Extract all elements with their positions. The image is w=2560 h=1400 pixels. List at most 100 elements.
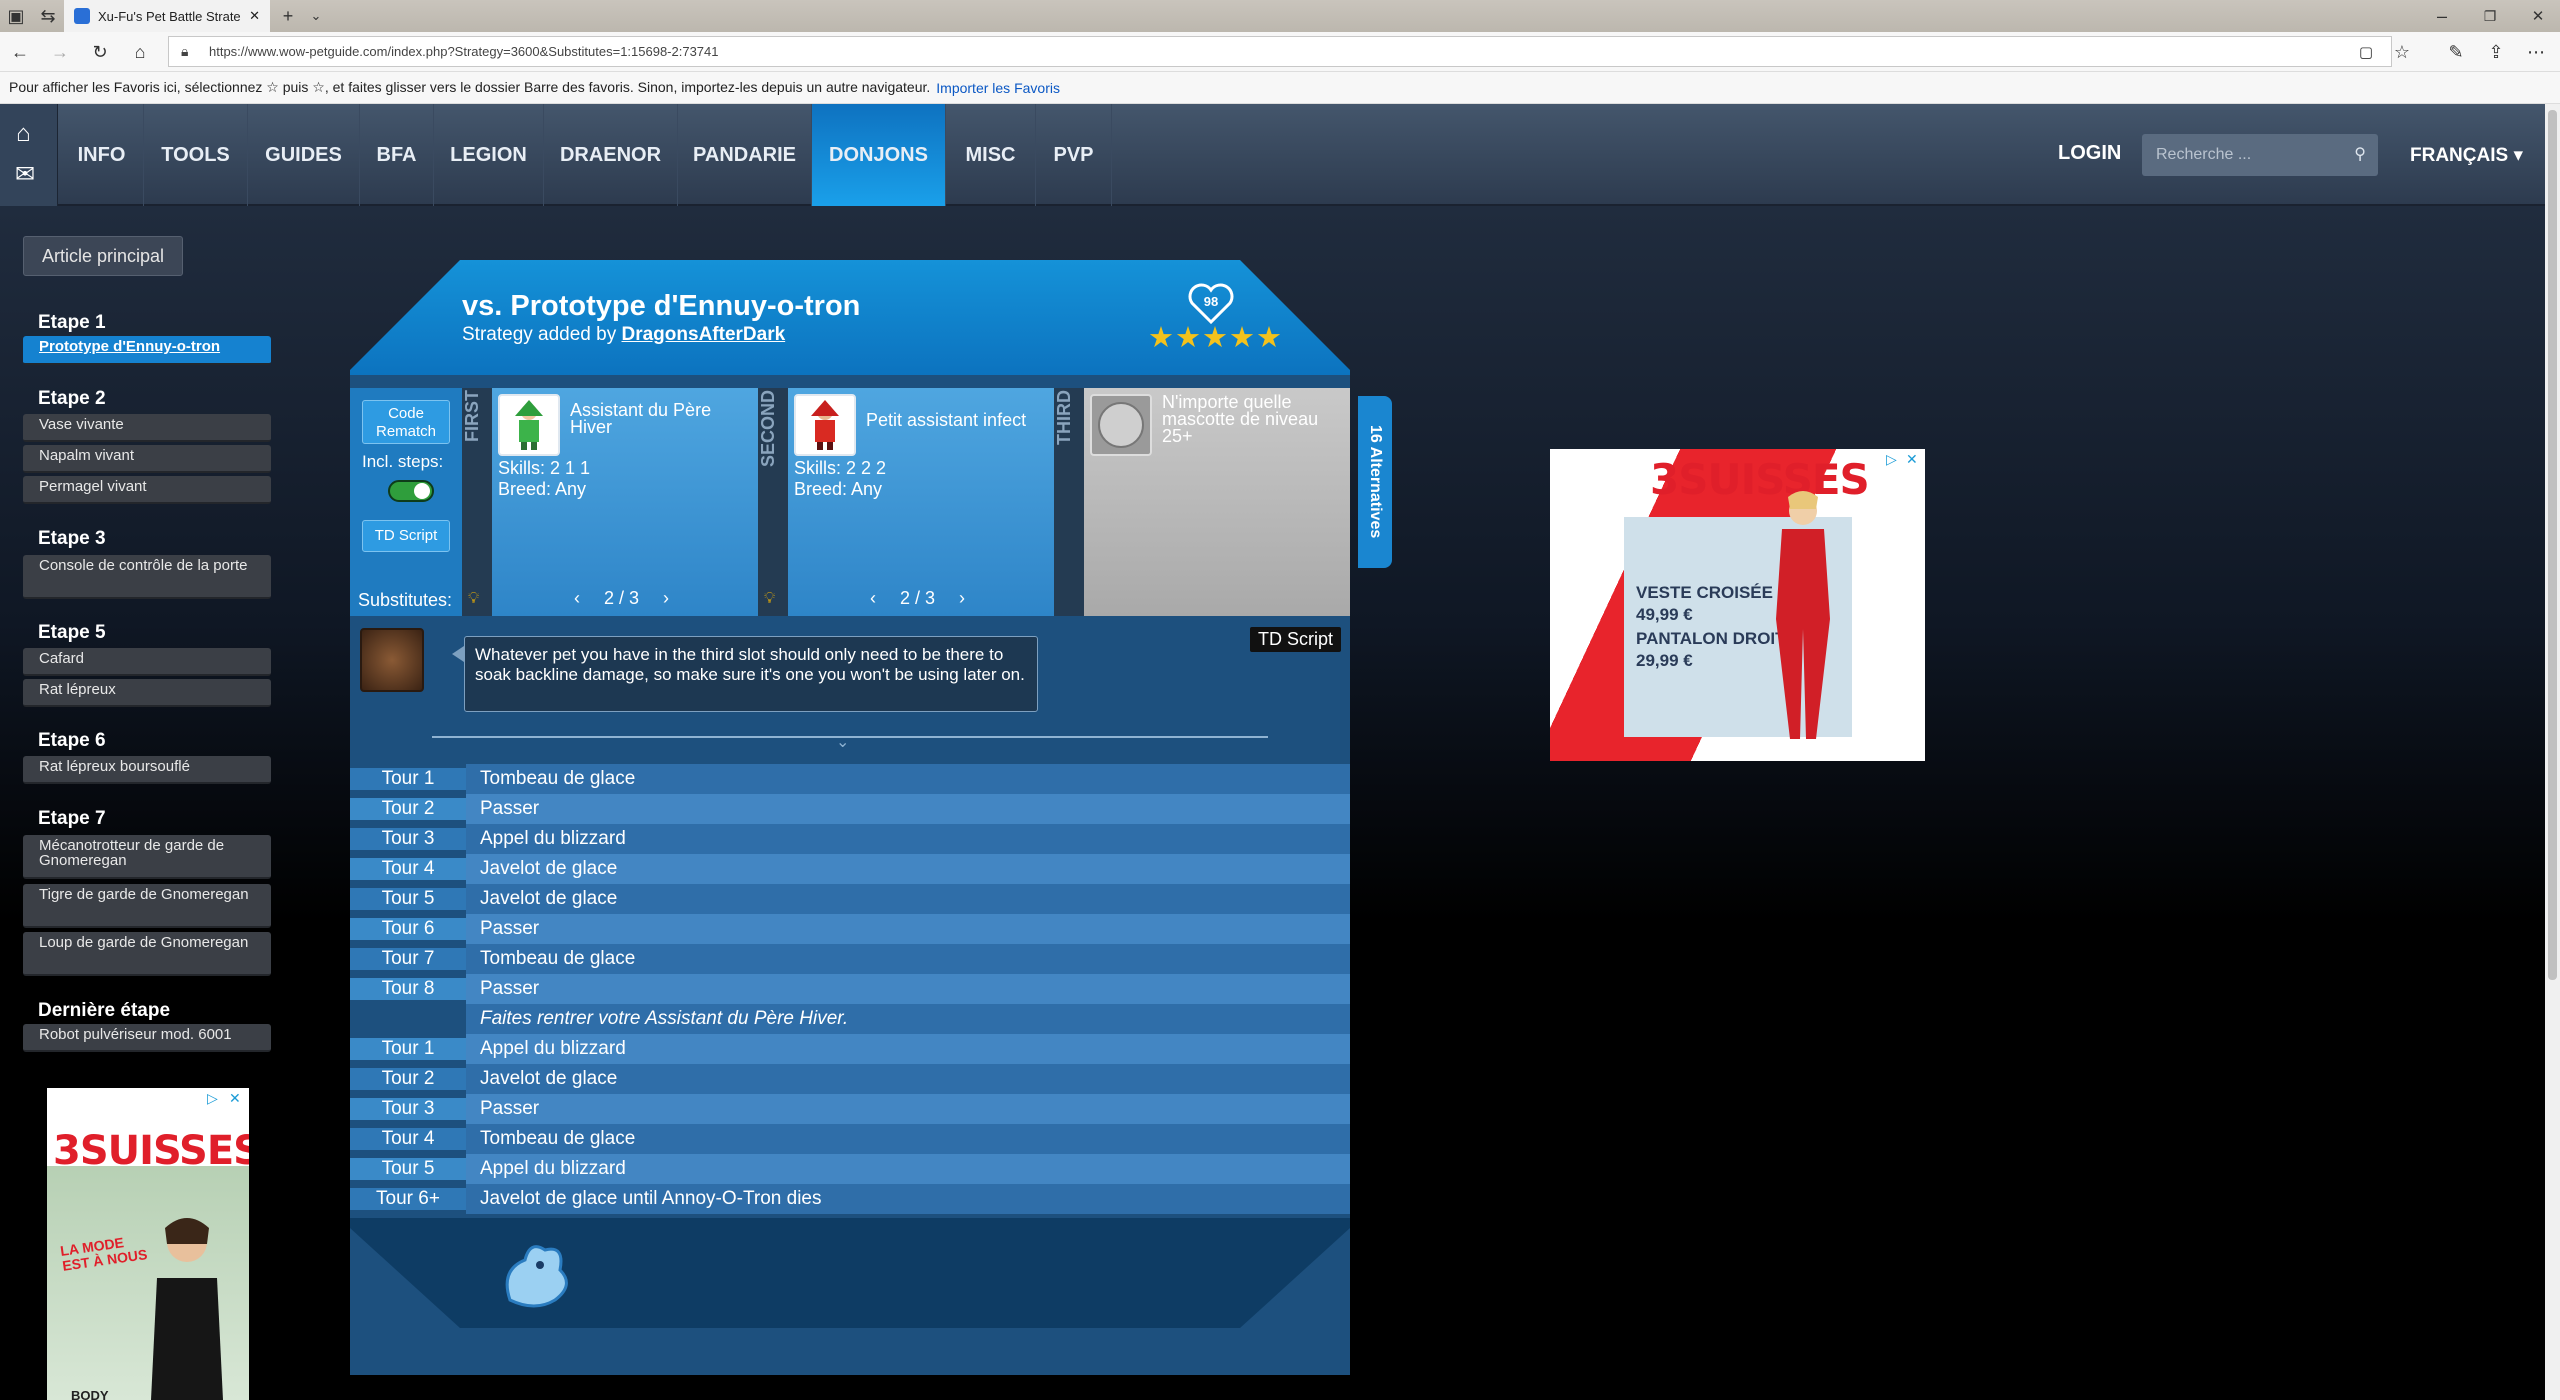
pet-card-second[interactable]: Petit assistant infect Skills: 2 2 2 Bre… [788,388,1054,616]
forward-icon[interactable]: → [44,36,76,68]
step-item[interactable]: Console de contrôle de la porte [23,555,271,599]
notes-icon[interactable]: ✎ [2440,36,2472,68]
restore-icon[interactable]: ❐ [2474,0,2506,32]
turn-number: Tour 1 [350,1038,466,1060]
ad-text: 29,99 € [1636,651,1693,670]
nav-info[interactable]: INFO [60,104,144,206]
import-favorites-link[interactable]: Importer les Favoris [936,80,1060,96]
close-tab-icon[interactable]: ✕ [249,8,260,24]
bubble-arrow [452,646,464,662]
turn-row: Tour 3 Passer [350,1094,1350,1124]
nav-guides[interactable]: GUIDES [248,104,360,206]
td-script-badge[interactable]: TD Script [1250,627,1342,652]
author-link[interactable]: DragonsAfterDark [622,324,786,345]
turn-action: Appel du blizzard [466,824,1350,854]
main-article-button[interactable]: Article principal [23,236,183,276]
share-icon[interactable]: ⇪ [2480,36,2512,68]
chevron-down-icon[interactable]: ⌄ [836,732,849,752]
ad-choices-icon[interactable]: ▷ [1886,451,1897,468]
language-select[interactable]: FRANÇAIS ▾ [2410,144,2523,167]
ad-close-icon[interactable]: ✕ [229,1090,241,1107]
chevron-right-icon[interactable]: › [663,588,669,609]
back-icon[interactable]: ← [4,36,36,68]
chevron-left-icon[interactable]: ‹ [870,588,876,609]
home-icon[interactable]: ⌂ [16,120,31,148]
home-icon[interactable]: ⌂ [124,36,156,68]
chevron-left-icon[interactable]: ‹ [574,588,580,609]
favorites-bar-text: Pour afficher les Favoris ici, sélection… [9,79,931,95]
step-item[interactable]: Mécanotrotteur de garde de Gnomeregan [23,835,271,879]
turn-row: Tour 5 Javelot de glace [350,884,1350,914]
step-item[interactable]: Vase vivante [23,414,271,442]
more-icon[interactable]: ⋯ [2520,36,2552,68]
minimize-icon[interactable]: – [2426,0,2458,32]
nav-pandarie[interactable]: PANDARIE [678,104,812,206]
pet-name[interactable]: Petit assistant infect [866,411,1048,429]
advertisement[interactable]: 3SUISSES VESTE CROISÉE 49,99 € PANTALON … [1550,449,1925,761]
favorite-star-icon[interactable]: ☆ [2386,36,2418,68]
turn-action: Passer [466,914,1350,944]
scrollbar-thumb[interactable] [2548,110,2557,980]
nav-bfa[interactable]: BFA [360,104,434,206]
ad-model-image [137,1208,237,1400]
pet-skills: Skills: 2 1 1 [498,458,591,478]
tab-actions-icon[interactable]: ▣ [0,0,32,32]
nav-legion[interactable]: LEGION [434,104,544,206]
turn-row: Tour 8 Passer [350,974,1350,1004]
slot-label-second: SECOND [758,388,788,616]
step-item[interactable]: Tigre de garde de Gnomeregan [23,884,271,928]
pet-name[interactable]: N'importe quelle mascotte de niveau 25+ [1162,393,1346,445]
step-item[interactable]: Prototype d'Ennuy-o-tron [23,336,271,365]
nav-draenor[interactable]: DRAENOR [544,104,678,206]
strategy-tip: Whatever pet you have in the third slot … [464,636,1038,712]
ad-text: BODY [71,1388,109,1400]
step-item[interactable]: Napalm vivant [23,445,271,473]
reading-view-icon[interactable]: ▢ [2350,36,2382,68]
pet-card-third[interactable]: N'importe quelle mascotte de niveau 25+ [1084,388,1350,616]
step-item[interactable]: Cafard [23,648,271,676]
set-aside-tabs-icon[interactable]: ⇆ [32,0,64,32]
pet-name[interactable]: Assistant du Père Hiver [570,401,750,436]
turn-row: Tour 5 Appel du blizzard [350,1154,1350,1184]
pet-pager: ‹ 2 / 3 › [574,588,669,609]
step-item[interactable]: Rat lépreux boursouflé [23,756,271,784]
url-input[interactable]: 🔒︎ https://www.wow-petguide.com/index.ph… [168,36,2392,67]
ad-model-image [1766,489,1840,757]
refresh-icon[interactable]: ↻ [84,36,116,68]
rating-stars[interactable]: ★★★★★ [1148,320,1283,355]
close-window-icon[interactable]: ✕ [2522,0,2554,32]
login-link[interactable]: LOGIN [2058,142,2121,165]
mail-icon[interactable]: ✉ [15,160,35,189]
search-input[interactable]: Recherche ... ⚲ [2142,134,2378,176]
likes-count: 98 [1203,294,1219,309]
author-avatar [360,628,424,692]
code-rematch-button[interactable]: Code Rematch [362,400,450,444]
nav-misc[interactable]: MISC [946,104,1036,206]
browser-tab[interactable]: Xu-Fu's Pet Battle Strate ✕ [64,0,270,32]
turn-action: Javelot de glace [466,884,1350,914]
strategy-title: vs. Prototype d'Ennuy-o-tron [462,290,861,322]
step-item[interactable]: Permagel vivant [23,476,271,504]
alternatives-tab[interactable]: 16 Alternatives [1358,396,1392,568]
advertisement[interactable]: 3SUISSES LA MODE EST À NOUS BODY ▷ ✕ [47,1088,249,1400]
chevron-right-icon[interactable]: › [959,588,965,609]
tab-list-chevron-icon[interactable]: ⌄ [300,0,332,32]
incl-steps-toggle[interactable] [388,480,434,502]
nav-pvp[interactable]: PVP [1036,104,1112,206]
turn-row: Tour 2 Javelot de glace [350,1064,1350,1094]
nav-donjons[interactable]: DONJONS [812,104,946,206]
pet-card-first[interactable]: Assistant du Père Hiver Skills: 2 1 1 Br… [492,388,758,616]
step-item[interactable]: Robot pulvériseur mod. 6001 [23,1024,271,1052]
tab-title: Xu-Fu's Pet Battle Strate [98,8,241,24]
td-script-button[interactable]: TD Script [362,520,450,552]
ad-choices-icon[interactable]: ▷ [207,1090,218,1107]
nav-tools[interactable]: TOOLS [144,104,248,206]
step-item[interactable]: Rat lépreux [23,679,271,707]
ad-close-icon[interactable]: ✕ [1906,451,1918,468]
pet-breed: Breed: Any [794,479,883,499]
turn-number: Tour 7 [350,948,466,970]
step-title: Etape 2 [38,388,106,409]
search-icon[interactable]: ⚲ [2354,144,2366,164]
step-item[interactable]: Loup de garde de Gnomeregan [23,932,271,976]
turn-action: Javelot de glace until Annoy-O-Tron dies [466,1184,1350,1214]
